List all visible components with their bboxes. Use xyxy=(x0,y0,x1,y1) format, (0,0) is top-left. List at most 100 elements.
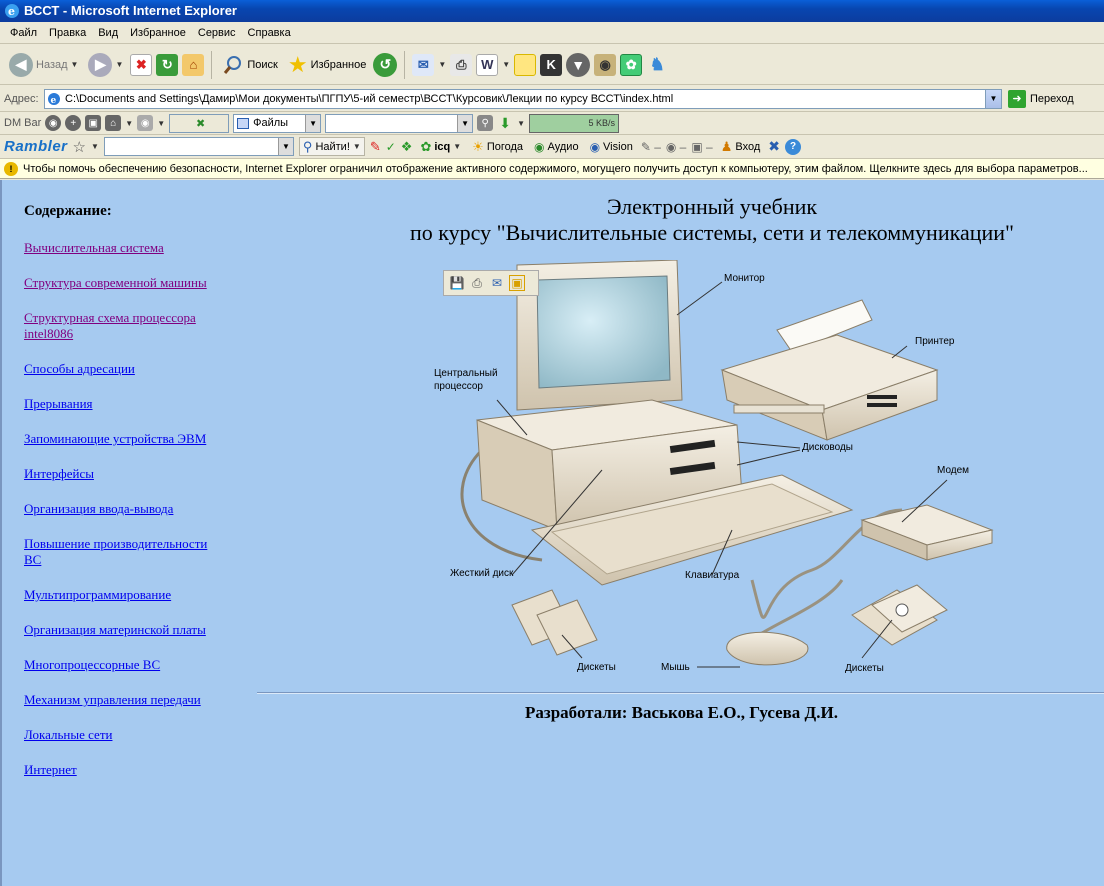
rambler-icq-button[interactable]: ✿ icq ▼ xyxy=(417,139,464,155)
toc-link[interactable]: Механизм управления передачи xyxy=(24,692,224,708)
rambler-star-icon[interactable]: ☆ xyxy=(73,138,86,156)
dm-search-icon[interactable]: ⚲ xyxy=(477,115,494,131)
address-input[interactable]: e C:\Documents and Settings\Дамир\Мои до… xyxy=(44,88,1002,109)
back-label: Назад xyxy=(36,58,68,71)
toc-title: Содержание: xyxy=(24,203,112,219)
edit-dropdown-icon[interactable]: ▼ xyxy=(502,60,510,69)
dm-globe-icon[interactable]: ◉ xyxy=(45,115,62,131)
rambler-tool-a-icon[interactable]: ✎ – xyxy=(641,140,661,154)
back-dropdown-icon[interactable]: ▼ xyxy=(71,60,79,69)
antivirus-icon[interactable]: ▼ xyxy=(566,52,591,77)
menu-favorites[interactable]: Избранное xyxy=(124,27,192,39)
save-image-icon[interactable]: 💾 xyxy=(449,275,465,291)
dm-home-dropdown-icon[interactable]: ▼ xyxy=(125,119,133,128)
menu-view[interactable]: Вид xyxy=(92,27,124,39)
rambler-vision-button[interactable]: ◉ Vision xyxy=(587,140,636,154)
refresh-icon[interactable]: ↻ xyxy=(156,53,179,76)
icq-label: icq xyxy=(434,140,451,153)
go-button[interactable]: ➜ Переход xyxy=(1008,89,1074,108)
files-dropdown-icon: ▼ xyxy=(305,114,321,132)
dm-download-dropdown-icon[interactable]: ▼ xyxy=(517,119,525,128)
toc-link[interactable]: Локальные сети xyxy=(24,727,224,743)
page-title: Электронный учебник по курсу "Вычислител… xyxy=(342,194,1082,246)
forward-button[interactable]: ▶ ▼ xyxy=(85,50,126,80)
hdd-label: Жесткий диск xyxy=(450,568,514,579)
rambler-weather-button[interactable]: ☀ Погода xyxy=(469,139,526,155)
notes-icon[interactable] xyxy=(514,53,537,76)
icq-flower-icon[interactable]: ✿ xyxy=(620,53,643,76)
login-person-icon: ♟ xyxy=(720,138,733,154)
address-url: C:\Documents and Settings\Дамир\Мои доку… xyxy=(65,92,674,105)
rambler-settings-icon[interactable]: ✖ xyxy=(768,138,780,155)
toc-link[interactable]: Способы адресации xyxy=(24,361,224,377)
history-icon[interactable]: ↺ xyxy=(373,52,398,77)
home-icon[interactable]: ⌂ xyxy=(182,53,205,76)
rambler-star-dropdown-icon[interactable]: ▼ xyxy=(91,142,99,151)
dm-copy-icon[interactable]: ▣ xyxy=(85,115,102,131)
dm-home-icon[interactable]: ⌂ xyxy=(105,115,122,131)
toc-link[interactable]: Организация ввода-вывода xyxy=(24,501,224,517)
toc-link[interactable]: Вычислительная система xyxy=(24,240,224,256)
research-icon[interactable]: ◉ xyxy=(594,53,617,76)
rambler-login-button[interactable]: ♟ Вход xyxy=(718,139,764,155)
dm-url-input[interactable]: ▼ xyxy=(325,113,474,133)
toc-link[interactable]: Повышение производительности ВС xyxy=(24,536,219,568)
dm-download-icon[interactable]: ⬇ xyxy=(497,115,513,131)
email-image-icon[interactable]: ✉ xyxy=(489,275,505,291)
spellcheck-icon[interactable]: ✓ xyxy=(386,140,396,154)
rambler-find-button[interactable]: ⚲ Найти! ▼ xyxy=(298,137,365,156)
toc-link[interactable]: Многопроцессорные ВС xyxy=(24,657,224,673)
menu-edit[interactable]: Правка xyxy=(43,27,92,39)
toc-link[interactable]: Структурная схема процессора intel8086 xyxy=(24,310,214,342)
rambler-help-icon[interactable]: ? xyxy=(785,138,801,155)
dm-speed-meter: 5 KB/s xyxy=(529,113,620,133)
favorites-button[interactable]: ★ Избранное xyxy=(285,50,369,80)
mail-icon[interactable]: ✉ xyxy=(412,53,435,76)
toc-link[interactable]: Организация материнской платы xyxy=(24,622,224,638)
menu-help[interactable]: Справка xyxy=(242,27,297,39)
search-button[interactable]: Поиск xyxy=(219,50,280,80)
address-dropdown-icon[interactable]: ▼ xyxy=(985,89,1001,108)
pencil-icon[interactable]: ✎ xyxy=(370,139,381,155)
dm-add-icon[interactable]: + xyxy=(65,115,82,131)
printer-shape xyxy=(720,299,939,441)
stop-icon[interactable]: ✖ xyxy=(130,53,153,76)
bookmark-icon[interactable]: ❖ xyxy=(401,139,413,155)
rambler-logo[interactable]: Rambler xyxy=(4,138,68,155)
forward-dropdown-icon[interactable]: ▼ xyxy=(115,60,123,69)
edit-word-icon[interactable]: W xyxy=(476,53,499,76)
rambler-tool-c-icon[interactable]: ▣ – xyxy=(691,140,712,154)
menu-tools[interactable]: Сервис xyxy=(192,27,242,39)
toc-link[interactable]: Мультипрограммирование xyxy=(24,587,224,603)
k-app-icon[interactable]: K xyxy=(540,53,563,76)
dm-camera-icon[interactable]: ◉ xyxy=(137,115,154,131)
find-magnifier-icon: ⚲ xyxy=(302,138,313,154)
mouse-shape xyxy=(726,631,809,666)
keyboard-label: Клавиатура xyxy=(685,570,740,581)
my-pictures-icon[interactable]: ▣ xyxy=(509,275,525,291)
rambler-audio-button[interactable]: ◉ Аудио xyxy=(531,140,582,154)
toc-link[interactable]: Прерывания xyxy=(24,396,224,412)
security-info-bar[interactable]: ! Чтобы помочь обеспечению безопасности,… xyxy=(0,159,1104,179)
print-image-icon[interactable]: ⎙ xyxy=(469,275,485,291)
cpu-label: Центральный процессор xyxy=(434,368,498,392)
dm-camera-dropdown-icon[interactable]: ▼ xyxy=(157,119,165,128)
print-icon[interactable]: ⎙ xyxy=(450,53,473,76)
messenger-icon[interactable]: ♞ xyxy=(646,54,668,76)
dm-status-box[interactable]: ✖ xyxy=(169,113,230,133)
back-button[interactable]: ◀ Назад ▼ xyxy=(6,50,81,80)
speed-value: 5 KB/s xyxy=(588,118,616,128)
rambler-tool-b-icon[interactable]: ◉ – xyxy=(666,140,686,154)
monitor-label: Монитор xyxy=(724,273,765,284)
dm-files-select[interactable]: Файлы ▼ xyxy=(233,113,322,133)
computer-illustration: Монитор Принтер Центральный процессор Дис… xyxy=(434,260,994,674)
mail-dropdown-icon[interactable]: ▼ xyxy=(438,60,446,69)
floppies-right-label: Дискеты xyxy=(845,663,884,674)
toc-link[interactable]: Интерфейсы xyxy=(24,466,224,482)
menu-file[interactable]: Файл xyxy=(4,27,43,39)
rambler-search-input[interactable]: ▼ xyxy=(103,137,294,156)
floppy-right-shape xyxy=(851,584,948,646)
toc-link[interactable]: Структура современной машины xyxy=(24,275,224,291)
toc-link[interactable]: Запоминающие устройства ЭВМ xyxy=(24,431,224,447)
toc-link[interactable]: Интернет xyxy=(24,762,224,778)
